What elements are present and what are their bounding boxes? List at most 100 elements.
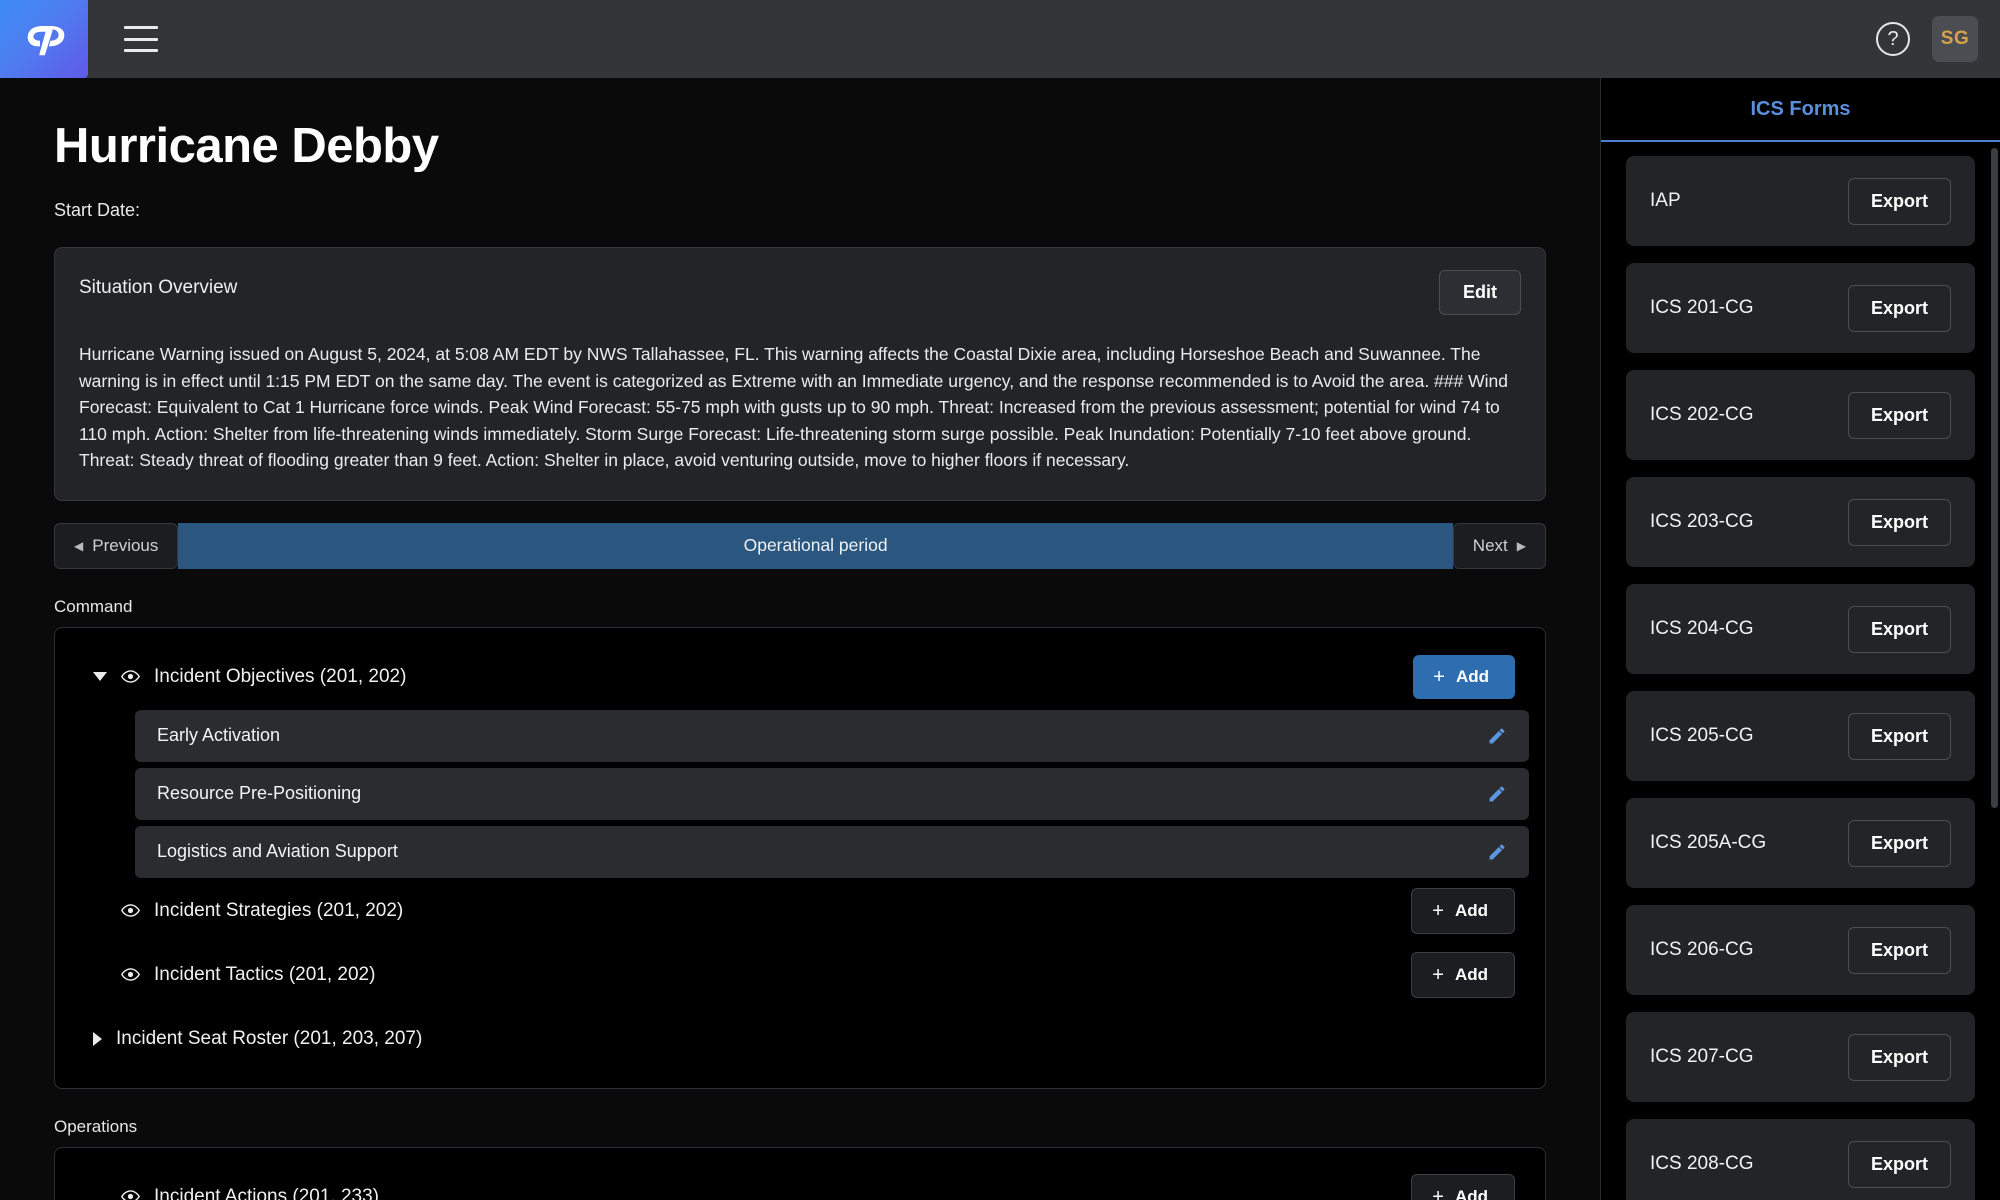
previous-period-button[interactable]: ◀ Previous — [54, 522, 179, 569]
eye-icon[interactable] — [121, 667, 140, 686]
next-period-button[interactable]: Next ▶ — [1452, 522, 1546, 569]
edit-pencil-icon[interactable] — [1487, 842, 1507, 862]
ics-form-name: ICS 207-CG — [1650, 1046, 1754, 1067]
ics-forms-sidebar: ICS Forms IAP Export ICS 201-CG Export ICS 2… — [1600, 78, 2000, 1200]
tree-node-row[interactable]: Incident Actions (201, 233) + Add — [71, 1170, 1529, 1200]
list-item-label: Early Activation — [157, 725, 281, 746]
list-item-label: Resource Pre-Positioning — [157, 783, 362, 804]
ics-form-name: ICS 208-CG — [1650, 1153, 1754, 1174]
help-icon[interactable]: ? — [1876, 22, 1910, 56]
eye-icon[interactable] — [121, 965, 140, 984]
row-gap — [71, 1002, 1529, 1012]
menu-toggle-button[interactable] — [124, 26, 158, 52]
tree-node-row[interactable]: Incident Objectives (201, 202) + Add — [71, 650, 1529, 704]
edit-button[interactable]: Edit — [1439, 269, 1521, 315]
export-button[interactable]: Export — [1847, 819, 1951, 867]
edit-pencil-icon[interactable] — [1487, 784, 1507, 804]
operational-period-bar[interactable]: Operational period — [178, 522, 1453, 569]
page-title: Hurricane Debby — [54, 119, 439, 173]
plus-icon: + — [1433, 665, 1445, 688]
eye-icon[interactable] — [121, 1187, 140, 1200]
ics-form-row[interactable]: ICS 201-CG Export — [1626, 263, 1975, 353]
plus-icon: + — [1432, 963, 1444, 986]
ics-form-row[interactable]: ICS 208-CG Export — [1626, 1119, 1975, 1200]
situation-overview-title: Situation Overview — [79, 276, 238, 298]
ics-form-name: ICS 205-CG — [1650, 725, 1754, 746]
export-button[interactable]: Export — [1847, 1033, 1951, 1081]
tree-child-list: Early Activation Resource Pre-Positioning… — [71, 709, 1529, 878]
list-item[interactable]: Resource Pre-Positioning — [135, 767, 1529, 820]
tree-node-left: Incident Actions (201, 233) — [93, 1186, 379, 1200]
top-bar-actions: ? SG — [1876, 16, 2000, 62]
ics-form-name: ICS 206-CG — [1650, 939, 1754, 960]
ics-form-name: ICS 203-CG — [1650, 511, 1754, 532]
plus-icon: + — [1432, 899, 1444, 922]
sidebar-scrollbar[interactable] — [1991, 142, 1998, 1200]
app-logo[interactable] — [0, 0, 88, 78]
operational-period-nav: ◀ Previous Operational period Next ▶ — [54, 522, 1546, 569]
export-button[interactable]: Export — [1847, 177, 1951, 225]
ics-form-name: ICS 201-CG — [1650, 297, 1754, 318]
sidebar-title: ICS Forms — [1750, 97, 1851, 120]
chevron-right-icon[interactable] — [93, 1031, 102, 1046]
tab-ics-forms[interactable]: ICS Forms — [1601, 78, 2000, 142]
export-button[interactable]: Export — [1847, 712, 1951, 760]
ics-form-row[interactable]: ICS 204-CG Export — [1626, 584, 1975, 674]
tree-node-row[interactable]: Incident Strategies (201, 202) + Add — [71, 884, 1529, 938]
next-period-label: Next — [1472, 535, 1508, 555]
plus-icon: + — [1432, 1185, 1444, 1200]
tree-node-label: Incident Strategies (201, 202) — [154, 899, 404, 921]
add-button[interactable]: + Add — [1413, 654, 1515, 699]
tree-node-left: Incident Seat Roster (201, 203, 207) — [93, 1028, 422, 1050]
list-item[interactable]: Early Activation — [135, 709, 1529, 762]
hamburger-bar — [124, 49, 158, 52]
tree-node-left: Incident Objectives (201, 202) — [93, 666, 406, 688]
dp-logo-icon — [27, 26, 65, 56]
ics-form-row[interactable]: ICS 207-CG Export — [1626, 1012, 1975, 1102]
ics-form-row[interactable]: ICS 203-CG Export — [1626, 477, 1975, 567]
ics-form-row[interactable]: IAP Export — [1626, 156, 1975, 246]
export-button[interactable]: Export — [1847, 1140, 1951, 1188]
ics-form-name: ICS 204-CG — [1650, 618, 1754, 639]
list-item[interactable]: Logistics and Aviation Support — [135, 825, 1529, 878]
tree-node-left: Incident Tactics (201, 202) — [93, 964, 375, 986]
hamburger-bar — [124, 26, 158, 29]
tree-node-row[interactable]: Incident Tactics (201, 202) + Add — [71, 948, 1529, 1002]
chevron-right-icon: ▶ — [1516, 538, 1526, 553]
add-button-label: Add — [1454, 1186, 1488, 1200]
tree-node-label: Incident Tactics (201, 202) — [154, 963, 376, 985]
export-button[interactable]: Export — [1847, 284, 1951, 332]
add-button[interactable]: + Add — [1411, 1173, 1515, 1200]
previous-period-label: Previous — [92, 535, 159, 555]
section-label: Operations — [54, 1116, 138, 1136]
ics-form-name: ICS 205A-CG — [1650, 832, 1767, 853]
ics-form-row[interactable]: ICS 206-CG Export — [1626, 905, 1975, 995]
export-button[interactable]: Export — [1847, 498, 1951, 546]
export-button[interactable]: Export — [1847, 605, 1951, 653]
ics-form-name: IAP — [1650, 190, 1681, 211]
list-item-label: Logistics and Aviation Support — [157, 841, 398, 862]
tree-node-label: Incident Objectives (201, 202) — [154, 665, 407, 687]
edit-pencil-icon[interactable] — [1487, 726, 1507, 746]
sidebar-scrollbar-thumb[interactable] — [1991, 148, 1998, 808]
export-button[interactable]: Export — [1847, 926, 1951, 974]
ics-forms-list: IAP Export ICS 201-CG Export ICS 202-CG Expor… — [1601, 142, 2000, 1200]
tree-node-left: Incident Strategies (201, 202) — [93, 900, 403, 922]
chevron-down-icon[interactable] — [93, 672, 107, 682]
add-button-label: Add — [1454, 964, 1488, 984]
ics-form-row[interactable]: ICS 205A-CG Export — [1626, 798, 1975, 888]
add-button[interactable]: + Add — [1411, 887, 1515, 934]
ics-form-row[interactable]: ICS 202-CG Export — [1626, 370, 1975, 460]
add-button[interactable]: + Add — [1411, 951, 1515, 998]
eye-icon[interactable] — [121, 901, 140, 920]
ics-form-name: ICS 202-CG — [1650, 404, 1754, 425]
add-button-label: Add — [1454, 900, 1488, 920]
add-button-label: Add — [1455, 666, 1489, 686]
section-command: Incident Objectives (201, 202) + Add Early … — [54, 626, 1546, 1089]
ics-form-row[interactable]: ICS 205-CG Export — [1626, 691, 1975, 781]
section-operations: Incident Actions (201, 233) + Add — [54, 1146, 1546, 1200]
export-button[interactable]: Export — [1847, 391, 1951, 439]
situation-overview-card: Situation Overview Edit Hurricane Warnin… — [54, 246, 1546, 501]
tree-node-row[interactable]: Incident Seat Roster (201, 203, 207) — [71, 1012, 1529, 1066]
avatar[interactable]: SG — [1932, 16, 1978, 62]
